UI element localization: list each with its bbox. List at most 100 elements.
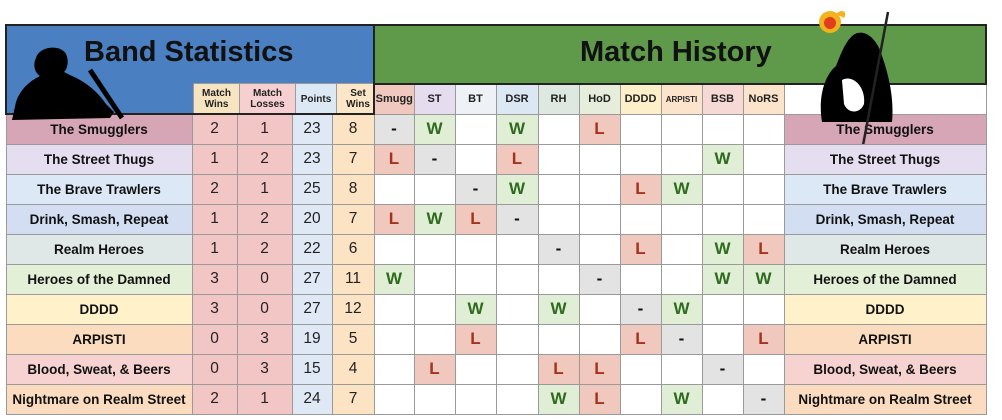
band-name-right: The Brave Trawlers — [783, 173, 987, 205]
stat-points: 23 — [291, 143, 333, 175]
stat-header-points: Points — [295, 83, 336, 112]
match-result-cell: - — [619, 293, 662, 325]
match-result-cell — [454, 383, 497, 415]
match-result-cell — [578, 203, 621, 235]
match-result-cell — [537, 173, 580, 205]
match-result-cell — [495, 323, 539, 355]
opponent-header-nors: NoRS — [742, 83, 785, 115]
match-result-cell: W — [495, 113, 539, 145]
wizard-silhouette-icon — [819, 11, 893, 144]
match-result-cell: - — [660, 323, 703, 355]
band-row: The Brave Trawlers 2 1 25 8- W L W The Brave Tra… — [5, 173, 987, 205]
match-result-cell — [701, 293, 744, 325]
band-row: DDDD 3 0 27 12 W W - W DDDD — [5, 293, 987, 325]
match-result-cell — [660, 113, 703, 145]
match-result-cell — [619, 143, 662, 175]
stat-wins: 1 — [191, 233, 238, 265]
match-result-cell — [742, 173, 785, 205]
match-result-cell — [495, 233, 539, 265]
stat-set-wins: 7 — [331, 383, 375, 415]
stat-wins: 1 — [191, 203, 238, 235]
stat-wins: 3 — [191, 293, 238, 325]
stat-wins: 3 — [191, 263, 238, 295]
match-result-cell: L — [578, 353, 621, 385]
match-result-cell — [619, 353, 662, 385]
stat-points: 22 — [291, 233, 333, 265]
match-result-cell: L — [454, 203, 497, 235]
band-name: Heroes of the Damned — [5, 263, 193, 295]
opponent-header-rh: RH — [537, 83, 580, 115]
band-name: Blood, Sweat, & Beers — [5, 353, 193, 385]
band-name-right: DDDD — [783, 293, 987, 325]
match-result-cell: - — [701, 353, 744, 385]
match-result-cell: L — [578, 113, 621, 145]
match-result-cell — [413, 383, 456, 415]
match-result-cell — [742, 353, 785, 385]
band-name-right: Realm Heroes — [783, 233, 987, 265]
match-result-cell: W — [537, 383, 580, 415]
stat-losses: 0 — [236, 293, 293, 325]
match-result-cell — [373, 383, 415, 415]
band-name: The Brave Trawlers — [5, 173, 193, 205]
match-result-cell — [701, 203, 744, 235]
stat-set-wins: 11 — [331, 263, 375, 295]
stat-losses: 2 — [236, 203, 293, 235]
match-result-cell — [454, 263, 497, 295]
band-name: Drink, Smash, Repeat — [5, 203, 193, 235]
match-result-cell: L — [454, 323, 497, 355]
stat-points: 24 — [291, 383, 333, 415]
stat-set-wins: 7 — [331, 203, 375, 235]
match-result-cell — [619, 113, 662, 145]
opponent-header-bsb: BSB — [701, 83, 744, 115]
match-result-cell — [578, 173, 621, 205]
match-result-cell — [373, 233, 415, 265]
match-result-cell — [619, 203, 662, 235]
band-name-right: Blood, Sweat, & Beers — [783, 353, 987, 385]
match-result-cell — [373, 173, 415, 205]
match-result-cell: - — [454, 173, 497, 205]
stat-losses: 1 — [236, 113, 293, 145]
match-result-cell — [495, 293, 539, 325]
match-result-cell: W — [660, 173, 703, 205]
match-result-cell: W — [701, 233, 744, 265]
band-row: Nightmare on Realm Street 2 1 24 7 W L W - Nightm… — [5, 383, 987, 415]
band-name-right: Heroes of the Damned — [783, 263, 987, 295]
stat-wins: 2 — [191, 383, 238, 415]
match-result-cell — [619, 383, 662, 415]
match-result-cell: L — [373, 203, 415, 235]
match-result-cell: L — [619, 173, 662, 205]
musician-silhouette-icon — [12, 47, 124, 120]
stat-set-wins: 8 — [331, 113, 375, 145]
stat-header-match-losses: Match Losses — [239, 83, 295, 112]
match-result-cell — [742, 113, 785, 145]
match-result-cell: W — [373, 263, 415, 295]
stat-wins: 1 — [191, 143, 238, 175]
match-result-cell — [660, 233, 703, 265]
match-result-cell — [454, 143, 497, 175]
match-result-cell: L — [373, 143, 415, 175]
match-result-cell — [619, 263, 662, 295]
stat-header-set-wins: Set Wins — [336, 83, 372, 112]
stat-losses: 2 — [236, 143, 293, 175]
match-result-cell — [578, 143, 621, 175]
match-result-cell: - — [373, 113, 415, 145]
match-result-cell: L — [619, 233, 662, 265]
stat-wins: 2 — [191, 113, 238, 145]
band-row: The Street Thugs 1 2 23 7 L - L W The Street Thug… — [5, 143, 987, 175]
match-result-cell — [495, 263, 539, 295]
stat-points: 23 — [291, 113, 333, 145]
match-result-cell — [373, 293, 415, 325]
stat-losses: 3 — [236, 323, 293, 355]
stat-losses: 1 — [236, 383, 293, 415]
match-result-cell: W — [742, 263, 785, 295]
stat-points: 25 — [291, 173, 333, 205]
stat-wins: 0 — [191, 323, 238, 355]
stat-set-wins: 6 — [331, 233, 375, 265]
match-result-cell — [660, 263, 703, 295]
band-name: DDDD — [5, 293, 193, 325]
match-result-cell — [701, 173, 744, 205]
match-result-cell — [660, 203, 703, 235]
match-result-cell: L — [742, 323, 785, 355]
match-result-cell: - — [495, 203, 539, 235]
stat-points: 15 — [291, 353, 333, 385]
